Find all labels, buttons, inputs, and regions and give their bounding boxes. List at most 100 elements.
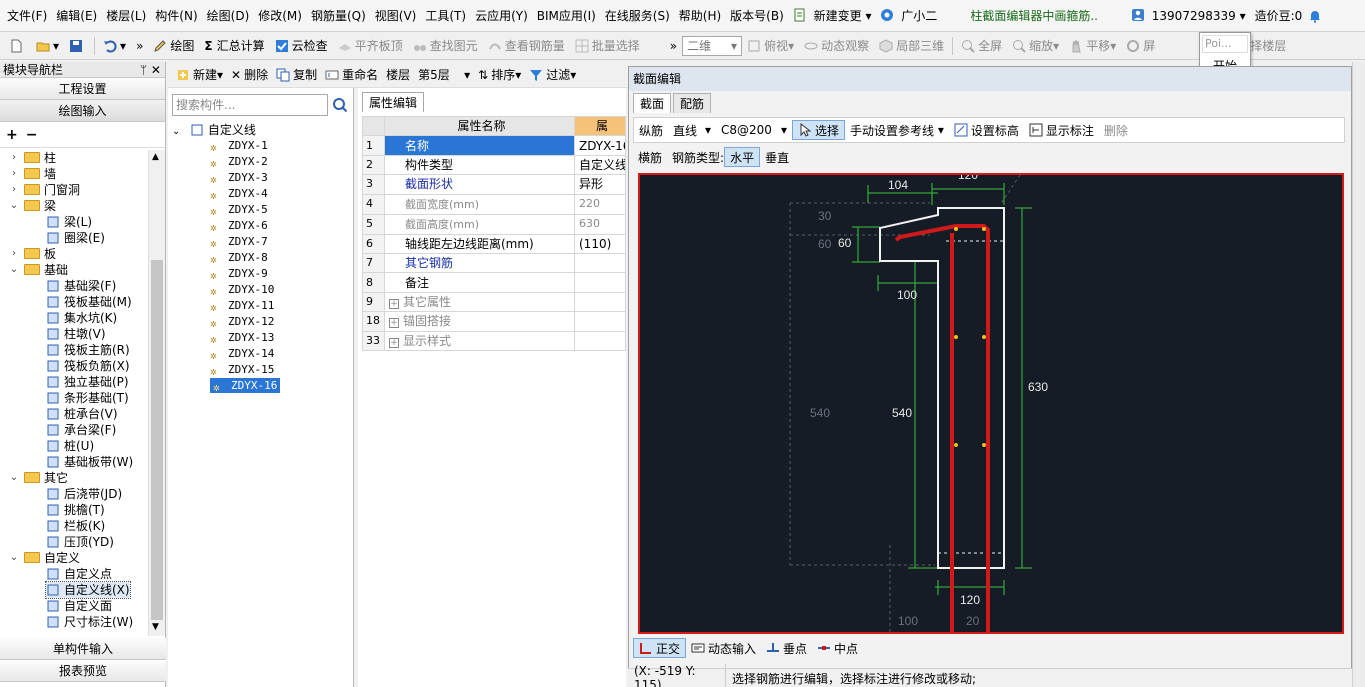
tree-item[interactable]: 桩(U) [0, 438, 148, 454]
top-view-button[interactable]: 俯视 ▾ [742, 35, 799, 57]
collapse-all-icon[interactable]: − [26, 127, 38, 143]
tab-rebar[interactable]: 配筋 [673, 93, 712, 113]
copy-component-button[interactable]: 复制 [272, 66, 321, 83]
collapse-icon[interactable]: ⌄ [8, 198, 20, 214]
menu-edit[interactable]: 编辑(E) [53, 7, 103, 24]
component-item[interactable]: ✲ ZDYX-2 [172, 154, 352, 170]
dim-540[interactable]: 540 [892, 406, 912, 420]
cloud-check-button[interactable]: 云检查 [270, 35, 333, 57]
navigator-scrollbar[interactable]: ▲ ▼ [148, 150, 165, 636]
property-row[interactable]: 8 备注 [362, 272, 626, 293]
menu-help[interactable]: 帮助(H) [676, 7, 727, 24]
open-file-button[interactable]: ▾ [31, 35, 64, 57]
new-file-button[interactable] [4, 35, 31, 57]
report-preview-button[interactable]: 报表预览 [0, 660, 166, 682]
expand-icon[interactable]: › [8, 182, 20, 198]
tree-folder[interactable]: › 板 [0, 246, 148, 262]
component-item[interactable]: ✲ ZDYX-13 [172, 330, 352, 346]
tree-item[interactable]: 梁(L) [0, 214, 148, 230]
component-search-input[interactable]: 搜索构件... [172, 94, 328, 116]
property-value[interactable]: 630 [574, 213, 626, 235]
new-component-button[interactable]: 新建 ▾ [172, 66, 227, 83]
tree-item[interactable]: 集水坑(K) [0, 310, 148, 326]
screen-button[interactable]: 屏 [1121, 35, 1160, 57]
dynamic-input-toggle[interactable]: 动态输入 [686, 638, 761, 658]
property-value[interactable] [574, 272, 626, 293]
local-3d-button[interactable]: 局部三维 [874, 35, 949, 57]
assistant-button[interactable]: 广小二 [877, 7, 943, 24]
undo-button[interactable]: ▾ [98, 35, 131, 57]
component-item[interactable]: ✲ ZDYX-9 [172, 266, 352, 282]
tree-item[interactable]: 筏板主筋(R) [0, 342, 148, 358]
tree-item[interactable]: 自定义点 [0, 566, 148, 582]
drawing-canvas[interactable]: 104 120 30 60 60 100 630 540 540 120 100… [638, 173, 1344, 634]
menu-version[interactable]: 版本号(B) [727, 7, 790, 24]
toolbar-overflow-2[interactable]: » [665, 35, 682, 57]
property-row[interactable]: 5 截面高度(mm) 630 [362, 213, 626, 235]
component-item[interactable]: ✲ ZDYX-3 [172, 170, 352, 186]
expand-icon[interactable]: › [8, 150, 20, 166]
draw-input-button[interactable]: 绘图输入 [0, 100, 165, 122]
set-elevation-button[interactable]: 设置标高 [949, 120, 1024, 140]
scrollbar-thumb[interactable] [151, 260, 163, 620]
tree-item[interactable]: 尺寸标注(W) [0, 614, 148, 630]
component-item[interactable]: ✲ ZDYX-16 [172, 378, 352, 394]
component-item[interactable]: ✲ ZDYX-1 [172, 138, 352, 154]
tree-item[interactable]: 基础板带(W) [0, 454, 148, 470]
tree-folder[interactable]: ⌄ 基础 [0, 262, 148, 278]
tree-item[interactable]: 自定义线(X) [0, 581, 148, 599]
collapse-icon[interactable]: ⌄ [8, 262, 20, 278]
tree-item[interactable]: 条形基础(T) [0, 390, 148, 406]
dim-120-bottom[interactable]: 120 [960, 593, 980, 607]
collapse-icon[interactable]: ⌄ [8, 550, 20, 566]
dim-100-bottom[interactable]: 100 [898, 614, 918, 628]
expand-group-icon[interactable]: + [389, 298, 399, 309]
line-type-select[interactable]: 直线 ▾ [668, 120, 716, 140]
rebar-spec-select[interactable]: C8@200 ▾ [716, 120, 792, 140]
tree-item[interactable]: 柱墩(V) [0, 326, 148, 342]
longitudinal-rebar-button[interactable]: 纵筋 [634, 120, 668, 140]
tree-item[interactable]: 挑檐(T) [0, 502, 148, 518]
menu-bim[interactable]: BIM应用(I) [534, 7, 602, 24]
component-item[interactable]: ✲ ZDYX-8 [172, 250, 352, 266]
component-item[interactable]: ✲ ZDYX-4 [172, 186, 352, 202]
component-item[interactable]: ✲ ZDYX-14 [172, 346, 352, 362]
flat-slab-button[interactable]: 平齐板顶 [333, 35, 408, 57]
tree-folder[interactable]: › 墙 [0, 166, 148, 182]
component-item[interactable]: ✲ ZDYX-10 [172, 282, 352, 298]
tree-item[interactable]: 自定义面 [0, 598, 148, 614]
property-row[interactable]: 1 名称 ZDYX-16 [362, 135, 626, 156]
tree-folder[interactable]: ⌄ 其它 [0, 470, 148, 486]
tab-property-edit[interactable]: 属性编辑 [362, 92, 425, 112]
menu-view[interactable]: 视图(V) [372, 7, 423, 24]
dynamic-observe-button[interactable]: 动态观察 [799, 35, 874, 57]
dim-630[interactable]: 630 [1028, 380, 1048, 394]
component-item[interactable]: ✲ ZDYX-15 [172, 362, 352, 378]
menu-tools[interactable]: 工具(T) [422, 7, 472, 24]
property-value[interactable] [574, 311, 626, 332]
dim-20[interactable]: 20 [966, 614, 980, 628]
component-item[interactable]: ✲ ZDYX-5 [172, 202, 352, 218]
property-value[interactable]: ZDYX-16 [574, 135, 626, 156]
tab-section[interactable]: 截面 [633, 93, 672, 113]
property-value[interactable] [574, 330, 626, 351]
project-settings-button[interactable]: 工程设置 [0, 78, 165, 100]
dim-104[interactable]: 104 [888, 178, 908, 192]
tree-item[interactable]: 基础梁(F) [0, 278, 148, 294]
property-row[interactable]: 18 + 锚固搭接 [362, 311, 626, 332]
tree-item[interactable]: 筏板基础(M) [0, 294, 148, 310]
bell-icon[interactable] [1308, 9, 1322, 23]
sum-calc-button[interactable]: Σ 汇总计算 [199, 35, 269, 57]
scroll-down-icon[interactable]: ▼ [152, 622, 159, 632]
component-item[interactable]: ✲ ZDYX-11 [172, 298, 352, 314]
expand-group-icon[interactable]: + [389, 337, 399, 348]
new-change-button[interactable]: 新建变更 ▾ [790, 7, 878, 24]
pan-button[interactable]: 平移 ▾ [1064, 35, 1121, 57]
property-value[interactable] [574, 291, 626, 313]
tree-folder[interactable]: ⌄ 梁 [0, 198, 148, 214]
component-root[interactable]: ⌄ 自定义线 [172, 122, 352, 138]
horizontal-rebar-button[interactable]: 横筋 [633, 147, 667, 167]
property-value[interactable]: 220 [574, 193, 626, 215]
rename-component-button[interactable]: 重命名 [321, 66, 382, 83]
tree-item[interactable]: 圈梁(E) [0, 230, 148, 246]
